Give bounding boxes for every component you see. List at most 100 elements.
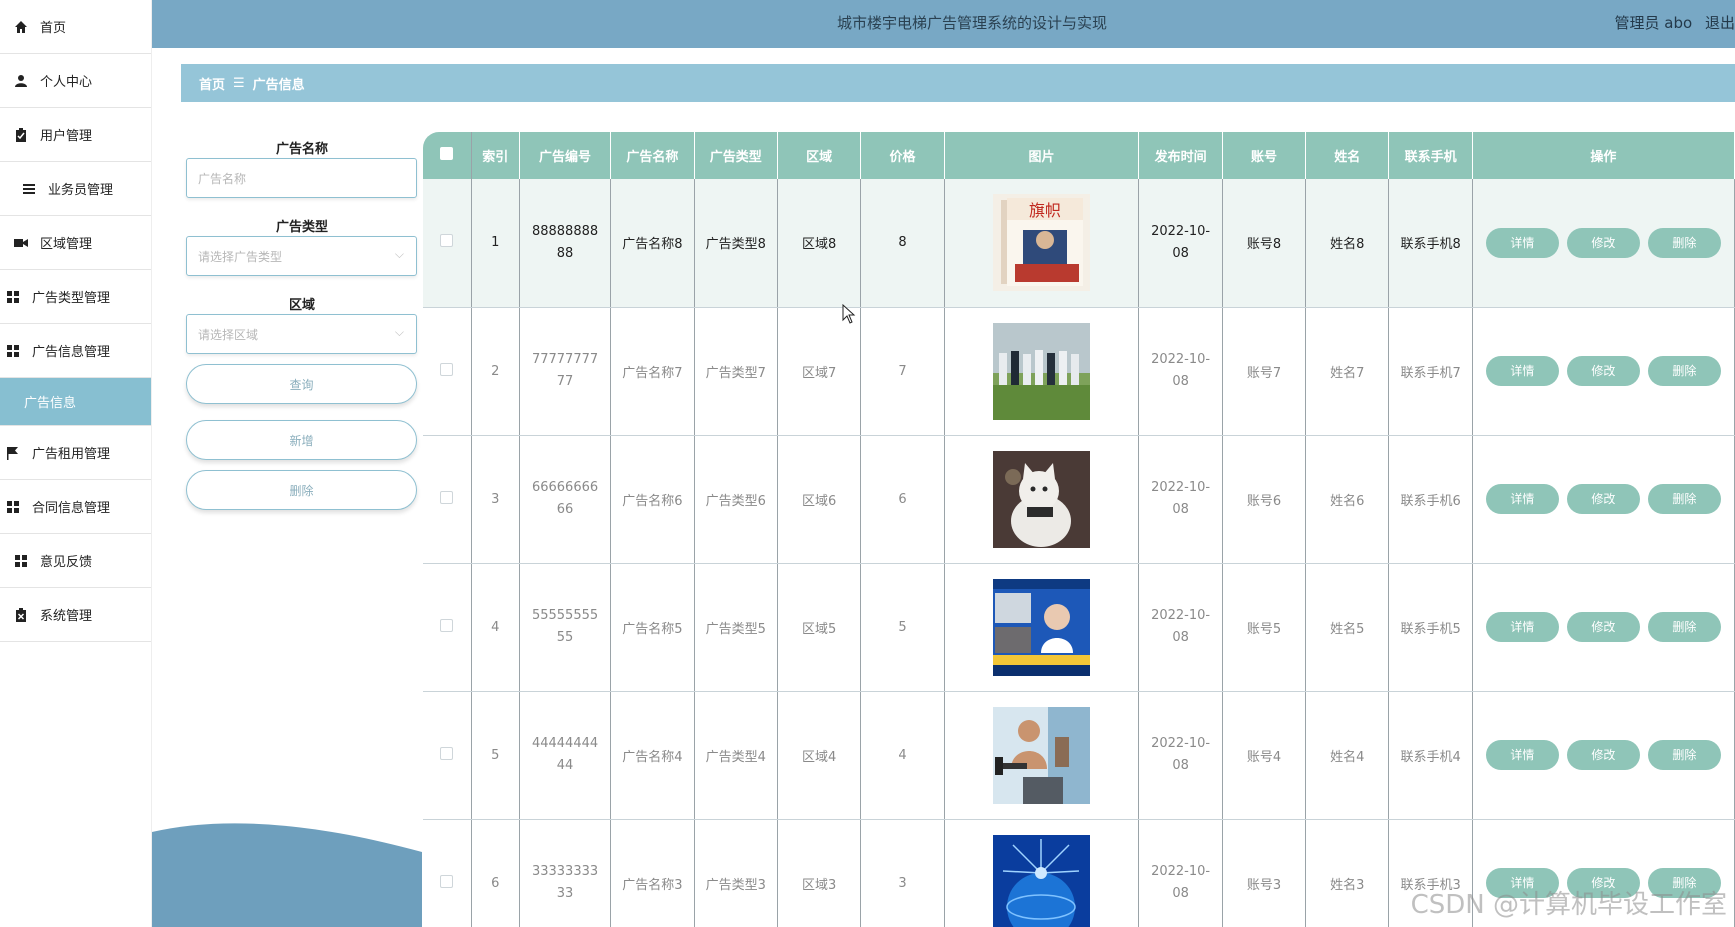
home-icon xyxy=(14,20,28,34)
table-row[interactable]: 3 6666666666 广告名称6 广告类型6 区域6 6 2022-10-0… xyxy=(423,435,1735,564)
cell-index: 3 xyxy=(471,435,520,564)
table-row[interactable]: 1 8888888888 广告名称8 广告类型8 区域8 8 旗帜 2022-1… xyxy=(423,179,1735,308)
row-checkbox[interactable] xyxy=(440,746,454,760)
cell-area: 区域3 xyxy=(777,819,862,927)
row-delete-button[interactable]: 删除 xyxy=(1647,227,1721,258)
cell-date-text: 2022-10-08 xyxy=(1151,608,1211,645)
row-delete-button[interactable]: 删除 xyxy=(1647,356,1721,386)
cell-date: 2022-10-08 xyxy=(1138,179,1223,308)
column-header: 账号 xyxy=(1222,132,1307,179)
row-delete-button[interactable]: 删除 xyxy=(1647,484,1721,514)
detail-button[interactable]: 详情 xyxy=(1485,484,1559,514)
ad-name-label: 广告名称 xyxy=(275,142,328,157)
cell-price: 8 xyxy=(860,179,945,308)
cell-price: 6 xyxy=(860,435,945,564)
cell-code: 8888888888 xyxy=(519,179,612,308)
delete-button[interactable]: 删除 xyxy=(186,470,417,510)
table-row[interactable]: 4 5555555555 广告名称5 广告类型5 区域5 5 2022-10-0… xyxy=(423,563,1735,692)
detail-button[interactable]: 详情 xyxy=(1485,740,1559,770)
sidebar-item-label: 首页 xyxy=(40,21,67,36)
cell-person: 姓名6 xyxy=(1305,435,1390,564)
ad-name-input[interactable]: 广告名称 xyxy=(186,158,417,198)
row-delete-button[interactable]: 删除 xyxy=(1647,612,1721,642)
sidebar-item-label: 用户管理 xyxy=(40,129,93,144)
sidebar-item-system[interactable]: 系统管理 xyxy=(0,588,151,642)
query-button[interactable]: 查询 xyxy=(186,364,417,404)
cell-date-text: 2022-10-08 xyxy=(1151,223,1211,261)
cell-date-text: 2022-10-08 xyxy=(1151,736,1211,773)
cell-code: 3333333333 xyxy=(519,819,612,927)
sidebar-item-users[interactable]: 用户管理 xyxy=(0,108,151,162)
row-select-cell xyxy=(423,307,472,436)
row-select-cell xyxy=(423,563,472,692)
row-checkbox[interactable] xyxy=(440,618,454,632)
select-all-checkbox[interactable] xyxy=(440,147,454,160)
cell-index: 5 xyxy=(471,691,520,820)
clipboard-icon xyxy=(14,127,28,142)
sidebar-item-label: 业务员管理 xyxy=(48,183,114,198)
detail-button[interactable]: 详情 xyxy=(1485,612,1559,642)
cell-area: 区域4 xyxy=(777,691,862,820)
chevron-down-icon: ⌵ xyxy=(394,247,404,261)
cell-account: 账号4 xyxy=(1222,691,1307,820)
sidebar-item-ad-info-manage[interactable]: 广告信息管理 xyxy=(0,324,151,378)
area-select[interactable]: 请选择区域 ⌵ xyxy=(186,314,417,354)
edit-button[interactable]: 修改 xyxy=(1566,227,1640,258)
edit-button[interactable]: 修改 xyxy=(1566,740,1640,770)
sidebar-item-profile[interactable]: 个人中心 xyxy=(0,54,151,108)
breadcrumb-home[interactable]: 首页 xyxy=(199,74,225,93)
sidebar-item-contract[interactable]: 合同信息管理 xyxy=(0,480,151,534)
cell-name: 广告名称3 xyxy=(610,819,695,927)
row-checkbox[interactable] xyxy=(440,362,454,376)
row-delete-button[interactable]: 删除 xyxy=(1647,740,1721,770)
breadcrumb-current: 广告信息 xyxy=(252,77,305,93)
add-button[interactable]: 新增 xyxy=(186,420,417,460)
row-checkbox[interactable] xyxy=(440,874,454,888)
sidebar-item-ad-info[interactable]: 广告信息 xyxy=(0,378,151,426)
cell-area: 区域7 xyxy=(777,307,862,436)
cell-person: 姓名3 xyxy=(1305,819,1390,927)
ad-name-placeholder: 广告名称 xyxy=(198,171,247,186)
edit-button[interactable]: 修改 xyxy=(1566,484,1640,514)
cell-phone: 联系手机7 xyxy=(1388,307,1473,436)
cell-name: 广告名称7 xyxy=(610,307,695,436)
grid-icon xyxy=(6,344,20,358)
cell-date: 2022-10-08 xyxy=(1138,691,1223,820)
edit-button[interactable]: 修改 xyxy=(1566,612,1640,642)
table-header-row: 索引 广告编号 广告名称 广告类型 区域 价格 图片 发布时间 账号 姓名 联系… xyxy=(423,132,1735,179)
cell-date: 2022-10-08 xyxy=(1138,435,1223,564)
cell-date: 2022-10-08 xyxy=(1138,819,1223,927)
cell-price: 4 xyxy=(860,691,945,820)
sidebar-item-area[interactable]: 区域管理 xyxy=(0,216,151,270)
cell-image xyxy=(944,307,1140,436)
sidebar-item-ad-type[interactable]: 广告类型管理 xyxy=(0,270,151,324)
sidebar-item-home[interactable]: 首页 xyxy=(0,0,151,54)
ad-type-select[interactable]: 请选择广告类型 ⌵ xyxy=(186,236,417,276)
ad-type-placeholder: 请选择广告类型 xyxy=(198,249,283,264)
table-row[interactable]: 5 4444444444 广告名称4 广告类型4 区域4 4 2022-10-0… xyxy=(423,691,1735,820)
sidebar-item-ad-rent[interactable]: 广告租用管理 xyxy=(0,426,151,480)
cell-actions: 详情 修改 删除 xyxy=(1472,307,1735,436)
edit-button[interactable]: 修改 xyxy=(1566,356,1640,386)
cell-index: 2 xyxy=(471,307,520,436)
cell-code: 4444444444 xyxy=(519,691,612,820)
cell-person: 姓名5 xyxy=(1305,563,1390,692)
sidebar-item-salesman[interactable]: 业务员管理 xyxy=(0,162,151,216)
cell-area: 区域8 xyxy=(777,179,862,308)
cell-person: 姓名7 xyxy=(1305,307,1390,436)
cell-price: 7 xyxy=(860,307,945,436)
row-checkbox[interactable] xyxy=(440,234,454,248)
ad-image-magazine: 旗帜 xyxy=(993,194,1091,292)
cell-image xyxy=(944,435,1140,564)
column-header: 价格 xyxy=(860,132,945,179)
detail-button[interactable]: 详情 xyxy=(1485,356,1559,386)
column-header: 广告类型 xyxy=(694,132,778,179)
breadcrumb: 首页 ☰ 广告信息 xyxy=(181,64,1735,102)
sidebar-item-feedback[interactable]: 意见反馈 xyxy=(0,534,151,588)
row-checkbox[interactable] xyxy=(440,490,454,504)
cell-date-text: 2022-10-08 xyxy=(1151,864,1211,901)
table-row[interactable]: 2 7777777777 广告名称7 广告类型7 区域7 7 2022-10-0… xyxy=(423,307,1735,436)
logout-link[interactable]: 退出 xyxy=(1705,14,1735,32)
cell-actions: 详情 修改 删除 xyxy=(1472,691,1735,820)
detail-button[interactable]: 详情 xyxy=(1485,227,1559,258)
